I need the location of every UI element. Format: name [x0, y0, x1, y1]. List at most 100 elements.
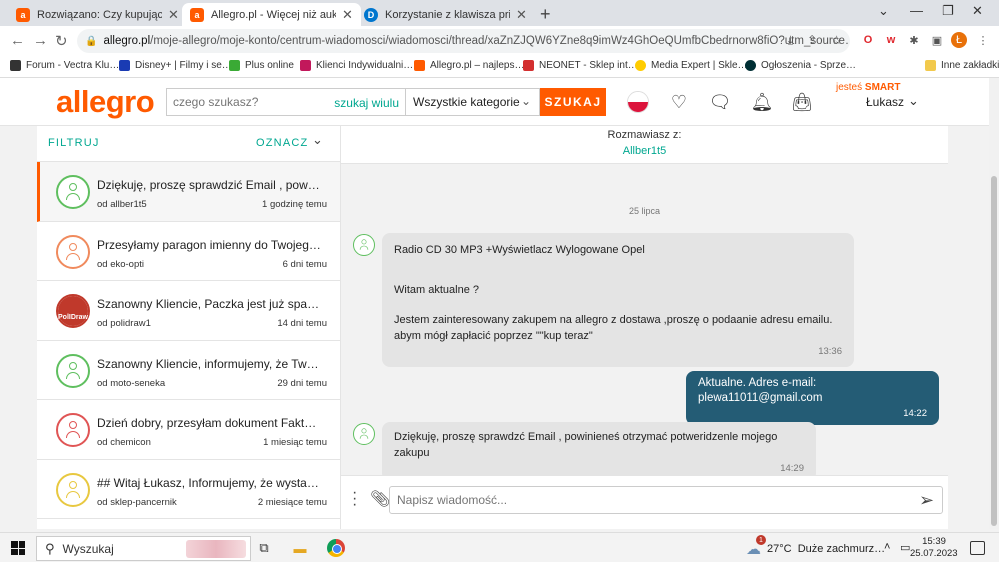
scrollbar-thumb[interactable]	[991, 176, 997, 526]
send-icon[interactable]: ➢	[919, 490, 934, 511]
bookmark-favicon-icon	[10, 60, 21, 71]
thread-item[interactable]: PolIDraw Szanowny Kliencie, Paczka jest …	[37, 281, 340, 341]
chevron-down-icon[interactable]: ⌄	[312, 132, 323, 148]
bookmark-favicon-icon	[635, 60, 646, 71]
message-bubble-incoming: Radio CD 30 MP3 +Wyświetlacz Wylogowane …	[382, 233, 854, 367]
task-view-icon[interactable]: ⧉	[255, 539, 273, 557]
url-host: allegro.pl	[103, 35, 151, 47]
thread-item[interactable]: Dzień dobry, przesyłam dokument Faktur… …	[37, 400, 340, 460]
bookmark-favicon-icon	[523, 60, 534, 71]
message-input[interactable]	[397, 493, 897, 507]
bookmark-item[interactable]: Disney+ | Filmy i se…	[119, 60, 232, 71]
back-arrow-icon[interactable]: ←	[10, 32, 25, 49]
avatar	[56, 413, 90, 447]
reload-icon[interactable]: ↻	[55, 32, 68, 50]
thread-subject: Przesyłamy paragon imienny do Twojego …	[97, 237, 322, 252]
taskbar-search-box[interactable]: ⚲ Wyszukaj	[36, 536, 251, 561]
browser-tab-2[interactable]: a Allegro.pl - Więcej niż aukcje. Na… ✕	[182, 3, 361, 26]
page-scrollbar[interactable]	[989, 78, 999, 529]
sender-avatar	[353, 423, 375, 445]
thread-list-panel: FILTRUJ OZNACZ ⌄ Dziękuję, proszę sprawd…	[37, 126, 341, 529]
search-input[interactable]	[167, 95, 337, 109]
thread-item[interactable]: Szanowny Kliencie, informujemy, że Twoje…	[37, 341, 340, 400]
browser-tab-1[interactable]: a Rozwiązano: Czy kupujący potrze… ✕	[8, 3, 187, 26]
shopping-bag-icon[interactable]: 👜︎	[791, 91, 814, 113]
minimize-icon[interactable]: —	[910, 3, 923, 18]
thread-sender: od allber1t5	[97, 199, 147, 210]
thread-time: 14 dni temu	[277, 318, 327, 329]
message-bubble-incoming: Dziękuję, proszę sprawdzć Email , powini…	[382, 422, 816, 481]
close-icon[interactable]: ✕	[342, 7, 353, 23]
filter-button[interactable]: FILTRUJ	[48, 137, 100, 149]
partner-link[interactable]: Allber1t5	[341, 145, 948, 157]
restore-icon[interactable]: ❐	[942, 3, 954, 19]
thread-sender: od moto-seneka	[97, 377, 166, 389]
bookmark-item[interactable]: Forum - Vectra Klu…	[10, 60, 119, 71]
bookmark-item[interactable]: Klienci Indywidualni…	[300, 60, 413, 71]
user-name[interactable]: Łukasz	[866, 95, 904, 109]
bookmark-item[interactable]: Media Expert | Skle…	[635, 60, 748, 71]
tab-title: Korzystanie z klawisza print scre…	[385, 8, 510, 21]
taskbar-clock[interactable]: 15:39 25.07.2023	[910, 536, 958, 560]
thread-item[interactable]: Dziękuję, proszę sprawdzić Email , powin…	[37, 162, 340, 222]
thread-item[interactable]: ## Witaj Łukasz, Informujemy, że wystawi…	[37, 460, 340, 519]
bookmark-item[interactable]: NEONET - Sklep int…	[523, 60, 638, 71]
day-separator: 25 lipca	[628, 206, 661, 216]
search-button[interactable]: SZUKAJ	[540, 88, 606, 116]
bookmark-favicon-icon	[300, 60, 311, 71]
paperclip-icon[interactable]: 📎︎	[370, 489, 390, 509]
network-icon[interactable]: ▭	[900, 541, 910, 554]
puzzle-extensions-icon[interactable]: ✱	[906, 32, 922, 48]
allegro-logo[interactable]: allegro	[56, 84, 155, 120]
weather-widget[interactable]: ☁ 1 27°C Duże zachmurz…	[746, 535, 885, 558]
file-explorer-icon[interactable]: ▬	[291, 539, 309, 557]
user-icon	[65, 480, 81, 499]
category-select[interactable]: Wszystkie kategorie ⌄	[405, 88, 540, 116]
thread-item[interactable]: Przesyłamy paragon imienny do Twojego … …	[37, 222, 340, 281]
bookmark-item[interactable]: Plus online	[229, 60, 294, 71]
conversation-panel: Rozmawiasz z: Allber1t5 25 lipca Radio C…	[341, 126, 948, 529]
close-icon[interactable]: ✕	[516, 7, 527, 23]
bookmark-item[interactable]: Allegro.pl – najleps…	[414, 60, 525, 71]
cloud-icon: ☁ 1	[746, 535, 766, 558]
bookmark-item[interactable]: Ogłoszenia - Sprze…	[745, 60, 856, 71]
opera-icon[interactable]: O	[860, 32, 876, 48]
thread-time: 6 dni temu	[282, 258, 327, 270]
window-close-icon[interactable]: ✕	[972, 3, 983, 19]
other-bookmarks[interactable]: Inne zakładki	[925, 60, 999, 71]
messages-icon[interactable]: 🗨	[709, 91, 732, 113]
close-icon[interactable]: ✕	[168, 7, 179, 23]
thread-time: 2 miesiące temu	[257, 496, 327, 508]
new-tab-button[interactable]: +	[540, 4, 551, 25]
share-icon[interactable]: ⇪	[807, 33, 817, 48]
poland-flag-icon[interactable]	[627, 91, 649, 113]
polidraw-logo: PolIDraw	[58, 296, 88, 326]
avatar	[56, 472, 90, 507]
windows-start-icon[interactable]	[11, 541, 25, 555]
profile-avatar[interactable]: Ł	[951, 32, 967, 48]
notifications-icon[interactable]	[970, 541, 985, 555]
windows-taskbar: ⚲ Wyszukaj ⧉ ▬ ☁ 1 27°C Duże zachmurz… ˄ …	[0, 532, 999, 562]
tab-search-chevron-icon[interactable]: ⌄	[878, 3, 889, 19]
tab-title: Allegro.pl - Więcej niż aukcje. Na…	[211, 8, 336, 21]
forward-arrow-icon[interactable]: →	[33, 32, 48, 49]
more-options-icon[interactable]: · · ·	[352, 485, 357, 513]
thread-subject: ## Witaj Łukasz, Informujemy, że wystawi…	[97, 475, 322, 490]
star-icon[interactable]: ☆	[831, 33, 842, 48]
user-icon	[359, 428, 369, 439]
allegro-a-icon: a	[16, 7, 30, 22]
tray-chevron-up-icon[interactable]: ˄	[884, 541, 890, 553]
kebab-menu-icon[interactable]: ⋮	[975, 32, 991, 48]
download-icon[interactable]: ⤓	[788, 33, 793, 48]
mark-button[interactable]: OZNACZ	[256, 137, 308, 149]
browser-tab-3[interactable]: D Korzystanie z klawisza print scre… ✕	[356, 3, 535, 26]
talking-to-label: Rozmawiasz z:	[607, 129, 682, 141]
sidebar-panel-icon[interactable]: ▣	[929, 32, 945, 48]
wykop-extension-icon[interactable]: w	[883, 32, 899, 48]
bell-icon[interactable]: 🔔︎	[751, 91, 774, 113]
search-in-description-link[interactable]: szukaj wiulu	[334, 96, 399, 110]
chevron-down-icon[interactable]: ⌄	[908, 93, 919, 109]
address-bar[interactable]: 🔒 allegro.pl/moje-allegro/moje-konto/cen…	[77, 29, 850, 53]
heart-icon[interactable]: ♡	[668, 91, 690, 113]
chrome-icon[interactable]	[327, 539, 345, 557]
